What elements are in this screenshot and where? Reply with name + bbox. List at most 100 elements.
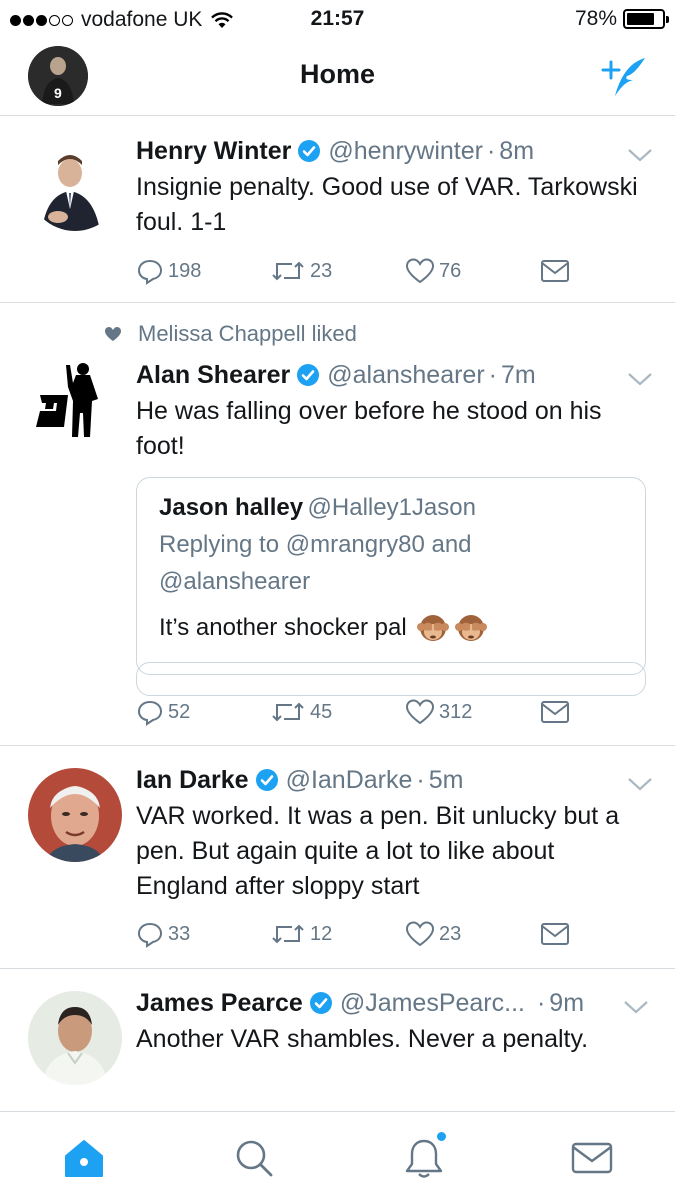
author-name[interactable]: Ian Darke bbox=[136, 766, 249, 795]
compose-tweet-icon[interactable] bbox=[597, 54, 649, 102]
tweet-content: Alan Shearer @alanshearer · 7m He was fa… bbox=[136, 359, 645, 464]
status-bar: vodafone UK 21:57 78% bbox=[0, 0, 675, 38]
reply-icon bbox=[137, 700, 163, 726]
tweet-text: He was falling over before he stood on h… bbox=[136, 397, 602, 460]
like-button[interactable]: 312 bbox=[405, 698, 472, 726]
tweet-content: Ian Darke @IanDarke · 5m VAR worked. It … bbox=[136, 764, 645, 904]
author-name[interactable]: Alan Shearer bbox=[136, 361, 290, 390]
clock: 21:57 bbox=[310, 7, 365, 30]
see-no-evil-monkey-emoji-icon bbox=[454, 615, 487, 641]
tweet[interactable]: James Pearce @JamesPearc... · 9m Another… bbox=[0, 969, 675, 1111]
author-handle[interactable]: @JamesPearc... bbox=[340, 989, 525, 1018]
retweet-icon bbox=[272, 261, 304, 281]
chevron-down-icon[interactable] bbox=[627, 371, 653, 387]
battery-icon bbox=[623, 9, 669, 29]
retweet-count: 12 bbox=[310, 922, 333, 945]
direct-message-icon[interactable] bbox=[540, 700, 570, 724]
heart-icon bbox=[405, 258, 435, 284]
verified-badge-icon bbox=[297, 364, 320, 386]
notifications-tab[interactable] bbox=[402, 1132, 446, 1180]
tweet-header: Alan Shearer @alanshearer · 7m bbox=[136, 359, 645, 391]
chevron-down-icon[interactable] bbox=[627, 776, 653, 792]
quoted-tweet-text: It’s another shocker pal bbox=[159, 614, 407, 641]
reply-button[interactable]: 52 bbox=[136, 698, 190, 726]
author-name[interactable]: Henry Winter bbox=[136, 137, 291, 166]
tweet-header: James Pearce @JamesPearc... · 9m bbox=[136, 987, 645, 1019]
quoted-reply-line[interactable]: Replying to @mrangry80 and bbox=[159, 526, 623, 563]
home-icon[interactable] bbox=[62, 1136, 106, 1180]
tweet-time: 5m bbox=[428, 765, 464, 794]
search-icon[interactable] bbox=[232, 1136, 276, 1180]
author-handle[interactable]: @henrywinter bbox=[328, 137, 483, 166]
tab-bar bbox=[0, 1111, 675, 1200]
tweet[interactable]: Ian Darke @IanDarke · 5m VAR worked. It … bbox=[0, 746, 675, 969]
separator-dot: · bbox=[536, 988, 546, 1017]
tweet-header: Ian Darke @IanDarke · 5m bbox=[136, 764, 645, 796]
avatar[interactable] bbox=[28, 137, 122, 231]
social-context: Melissa Chappell liked bbox=[104, 321, 357, 347]
status-right: 78% bbox=[574, 7, 669, 31]
see-no-evil-monkey-emoji-icon bbox=[416, 615, 449, 641]
author-name[interactable]: James Pearce bbox=[136, 989, 303, 1018]
retweet-count: 45 bbox=[310, 700, 333, 723]
tweet-text: Insignie penalty. Good use of VAR. Tarko… bbox=[136, 173, 638, 236]
retweet-icon bbox=[272, 702, 304, 722]
author-handle[interactable]: @IanDarke bbox=[286, 766, 413, 795]
like-button[interactable]: 23 bbox=[405, 920, 461, 948]
verified-badge-icon bbox=[309, 992, 332, 1014]
notifications-icon bbox=[405, 1139, 443, 1178]
tweet-content: James Pearce @JamesPearc... · 9m Another… bbox=[136, 987, 645, 1057]
verified-badge-icon bbox=[298, 140, 321, 162]
notification-dot bbox=[437, 1132, 446, 1141]
quoted-tweet-header: Jason halley @Halley1Jason bbox=[159, 494, 623, 522]
heart-filled-icon bbox=[105, 327, 121, 341]
separator-dot: · bbox=[486, 136, 496, 165]
retweet-button[interactable]: 45 bbox=[270, 698, 332, 726]
chevron-down-icon[interactable] bbox=[623, 999, 649, 1015]
quoted-author-name[interactable]: Jason halley bbox=[159, 494, 303, 521]
like-count: 312 bbox=[439, 700, 473, 723]
quoted-author-handle[interactable]: @Halley1Jason bbox=[308, 494, 476, 521]
tweet-time: 9m bbox=[549, 988, 585, 1017]
reply-count: 198 bbox=[168, 259, 202, 282]
retweet-icon bbox=[272, 924, 304, 944]
page-title: Home bbox=[299, 59, 375, 89]
like-button[interactable]: 76 bbox=[405, 257, 461, 285]
chevron-down-icon[interactable] bbox=[627, 147, 653, 163]
quoted-tweet-text-row: It’s another shocker pal bbox=[159, 612, 623, 644]
avatar[interactable] bbox=[28, 357, 122, 451]
direct-message-icon[interactable] bbox=[540, 259, 570, 283]
tweet-content: Henry Winter @henrywinter · 8m Insignie … bbox=[136, 135, 645, 240]
messages-icon[interactable] bbox=[570, 1136, 614, 1180]
avatar[interactable] bbox=[28, 991, 122, 1085]
direct-message-icon[interactable] bbox=[540, 922, 570, 946]
retweet-button[interactable]: 23 bbox=[270, 257, 332, 285]
tweet-header: Henry Winter @henrywinter · 8m bbox=[136, 135, 645, 167]
separator-dot: · bbox=[488, 360, 497, 389]
quoted-tweet-card[interactable]: Jason halley @Halley1Jason Replying to @… bbox=[136, 477, 646, 675]
author-handle[interactable]: @alanshearer bbox=[327, 361, 484, 390]
like-count: 23 bbox=[439, 922, 462, 945]
retweet-count: 23 bbox=[310, 259, 333, 282]
reply-icon bbox=[137, 922, 163, 948]
heart-icon bbox=[405, 921, 435, 947]
reply-button[interactable]: 33 bbox=[136, 920, 190, 948]
heart-icon bbox=[405, 699, 435, 725]
tweet-text: Another VAR shambles. Never a penalty. bbox=[136, 1025, 589, 1053]
reply-icon bbox=[137, 259, 163, 285]
battery-percent: 78% bbox=[574, 7, 617, 30]
retweet-button[interactable]: 12 bbox=[270, 920, 332, 948]
separator-dot: · bbox=[416, 765, 425, 794]
tweet-time: 8m bbox=[499, 136, 535, 165]
nav-bar: 9 Home bbox=[0, 38, 675, 116]
tweet-text: VAR worked. It was a pen. Bit unlucky bu… bbox=[136, 802, 620, 900]
like-count: 76 bbox=[439, 259, 462, 282]
social-context-text[interactable]: Melissa Chappell liked bbox=[138, 321, 357, 347]
avatar[interactable] bbox=[28, 768, 122, 862]
reply-button[interactable]: 198 bbox=[136, 257, 201, 285]
battery-level-fill bbox=[627, 13, 654, 25]
verified-badge-icon bbox=[255, 769, 278, 791]
reply-count: 33 bbox=[168, 922, 191, 945]
quoted-reply-mention[interactable]: @alanshearer bbox=[159, 563, 623, 600]
tweet[interactable]: Henry Winter @henrywinter · 8m Insignie … bbox=[0, 117, 675, 303]
